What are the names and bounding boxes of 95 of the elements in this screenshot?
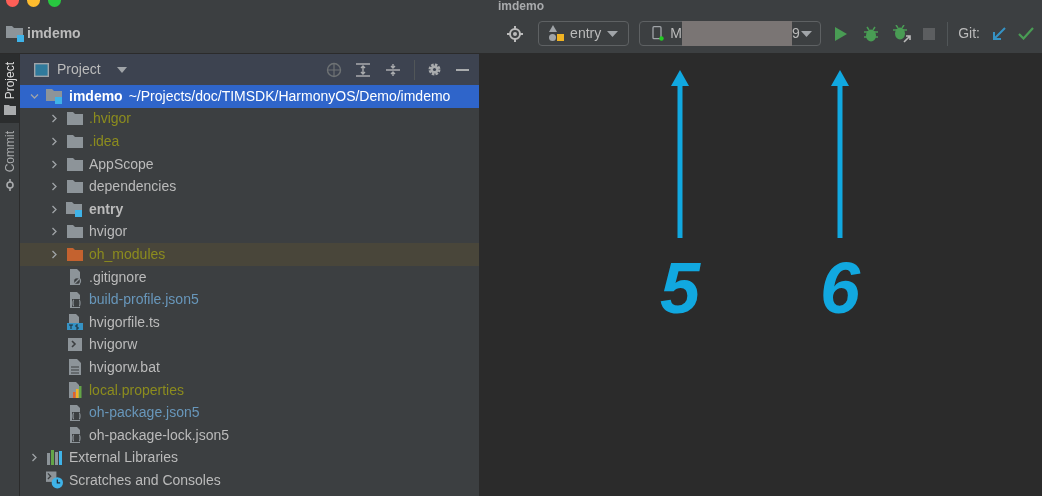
- tree-row[interactable]: .gitignore: [20, 265, 479, 289]
- annotation-number: 6: [820, 252, 861, 324]
- shapes-icon: [549, 25, 565, 42]
- file-path: ~/Projects/doc/TIMSDK/HarmonyOS/Demo/imdemo: [128, 86, 451, 106]
- folder-icon: [3, 105, 16, 116]
- library-icon: [46, 450, 63, 466]
- tree-row[interactable]: oh-package-lock.json5: [20, 423, 479, 447]
- tree-row[interactable]: .idea: [20, 130, 479, 153]
- commit-icon: [3, 178, 16, 191]
- module-dropdown[interactable]: entry: [538, 21, 630, 46]
- chevron-right-icon[interactable]: [49, 159, 59, 169]
- caret-icon[interactable]: [116, 66, 127, 73]
- tree-row[interactable]: hvigorfile.ts: [20, 310, 479, 334]
- scratch-clock-icon: [46, 471, 63, 490]
- file-name: hvigorw: [89, 335, 138, 355]
- chevron-right-icon[interactable]: [29, 453, 39, 463]
- folder-icon: [66, 180, 83, 194]
- terminal-file-icon: [67, 338, 82, 352]
- folder-icon: [66, 157, 83, 171]
- tree-row[interactable]: External Libraries: [20, 446, 479, 470]
- file-icon: [67, 269, 82, 286]
- phone-icon: [652, 26, 665, 41]
- file-name: Scratches and Consoles: [69, 470, 221, 490]
- expand-all-icon[interactable]: [356, 62, 370, 77]
- chevron-right-icon[interactable]: [49, 227, 59, 237]
- file-name: hvigor: [89, 222, 128, 242]
- chevron-right-icon[interactable]: [49, 249, 59, 259]
- tree-row[interactable]: hvigorw: [20, 333, 479, 357]
- caret-icon: [607, 30, 619, 37]
- tree-row[interactable]: local.properties: [20, 378, 479, 402]
- json-file-icon: [67, 427, 82, 444]
- chevron-right-icon[interactable]: [49, 182, 59, 192]
- folder-icon: [66, 112, 83, 126]
- tree-row[interactable]: dependencies: [20, 175, 479, 198]
- json-file-icon: [67, 291, 82, 308]
- device-dropdown[interactable]: M 9: [639, 21, 822, 46]
- tree-row[interactable]: oh-package.json5: [20, 401, 479, 424]
- file-name: imdemo: [69, 86, 123, 106]
- chevron-right-icon[interactable]: [49, 137, 59, 146]
- tree-row[interactable]: hvigor: [20, 220, 479, 244]
- file-name: AppScope: [89, 154, 154, 174]
- properties-file-icon: [66, 382, 83, 398]
- bug-icon[interactable]: [863, 25, 880, 42]
- project-name[interactable]: imdemo: [27, 23, 81, 44]
- ts-file-icon: [66, 314, 83, 331]
- file-name: hvigorw.bat: [89, 357, 160, 377]
- file-name: .hvigor: [89, 109, 132, 129]
- module-folder-icon: [66, 201, 83, 217]
- file-name: External Libraries: [69, 448, 178, 468]
- tree-row[interactable]: Scratches and Consoles: [20, 469, 479, 492]
- file-name: dependencies: [89, 177, 177, 197]
- file-name: oh-package-lock.json5: [89, 425, 230, 445]
- side-tab[interactable]: Commit: [0, 123, 19, 199]
- tree-row[interactable]: entry: [20, 197, 479, 221]
- chevron-right-icon[interactable]: [49, 114, 59, 124]
- caret-icon: [801, 30, 813, 37]
- side-tab[interactable]: Project: [0, 54, 19, 124]
- chevron-right-icon[interactable]: [49, 204, 59, 214]
- arrow-up-icon: [669, 68, 691, 238]
- settings-icon[interactable]: [427, 62, 442, 77]
- checkmark-icon[interactable]: [1018, 27, 1034, 40]
- window-title: imdemo: [498, 0, 544, 13]
- tree-row[interactable]: AppScope: [20, 152, 479, 176]
- tree-row[interactable]: build-profile.json5: [20, 288, 479, 311]
- module-folder-icon: [6, 25, 24, 42]
- file-name: local.properties: [89, 380, 184, 400]
- json-file-icon: [67, 404, 82, 421]
- file-name: oh-package.json5: [89, 403, 200, 423]
- file-name: oh_modules: [89, 244, 166, 264]
- file-name: hvigorfile.ts: [89, 312, 160, 332]
- crosshair-icon[interactable]: [326, 61, 342, 78]
- collapse-all-icon[interactable]: [386, 62, 400, 77]
- folder-icon: [66, 135, 83, 148]
- file-name: entry: [89, 199, 124, 219]
- git-label: Git:: [958, 24, 980, 43]
- arrow-up-icon: [829, 68, 852, 238]
- bug-attach-icon[interactable]: [893, 24, 912, 43]
- annotation-number: 5: [660, 252, 701, 324]
- tree-row[interactable]: imdemo ~/Projects/doc/TIMSDK/HarmonyOS/Demo/imdemo: [20, 85, 479, 108]
- panel-title[interactable]: Project: [57, 59, 101, 80]
- chevron-down-icon[interactable]: [29, 91, 39, 101]
- window-icon: [34, 62, 49, 77]
- target-icon[interactable]: [507, 25, 524, 42]
- file-name: .idea: [89, 132, 120, 151]
- run-icon[interactable]: [835, 26, 848, 41]
- folder-icon: [66, 247, 83, 261]
- tree-row[interactable]: hvigorw.bat: [20, 356, 479, 379]
- file-name: build-profile.json5: [89, 290, 199, 310]
- module-folder-icon: [46, 88, 63, 104]
- text-file-icon: [68, 359, 81, 376]
- update-arrow-icon[interactable]: [992, 26, 1006, 41]
- tree-row[interactable]: .hvigor: [20, 107, 479, 131]
- minimize-icon[interactable]: [456, 68, 469, 71]
- folder-icon: [66, 225, 83, 239]
- file-name: .gitignore: [89, 267, 147, 287]
